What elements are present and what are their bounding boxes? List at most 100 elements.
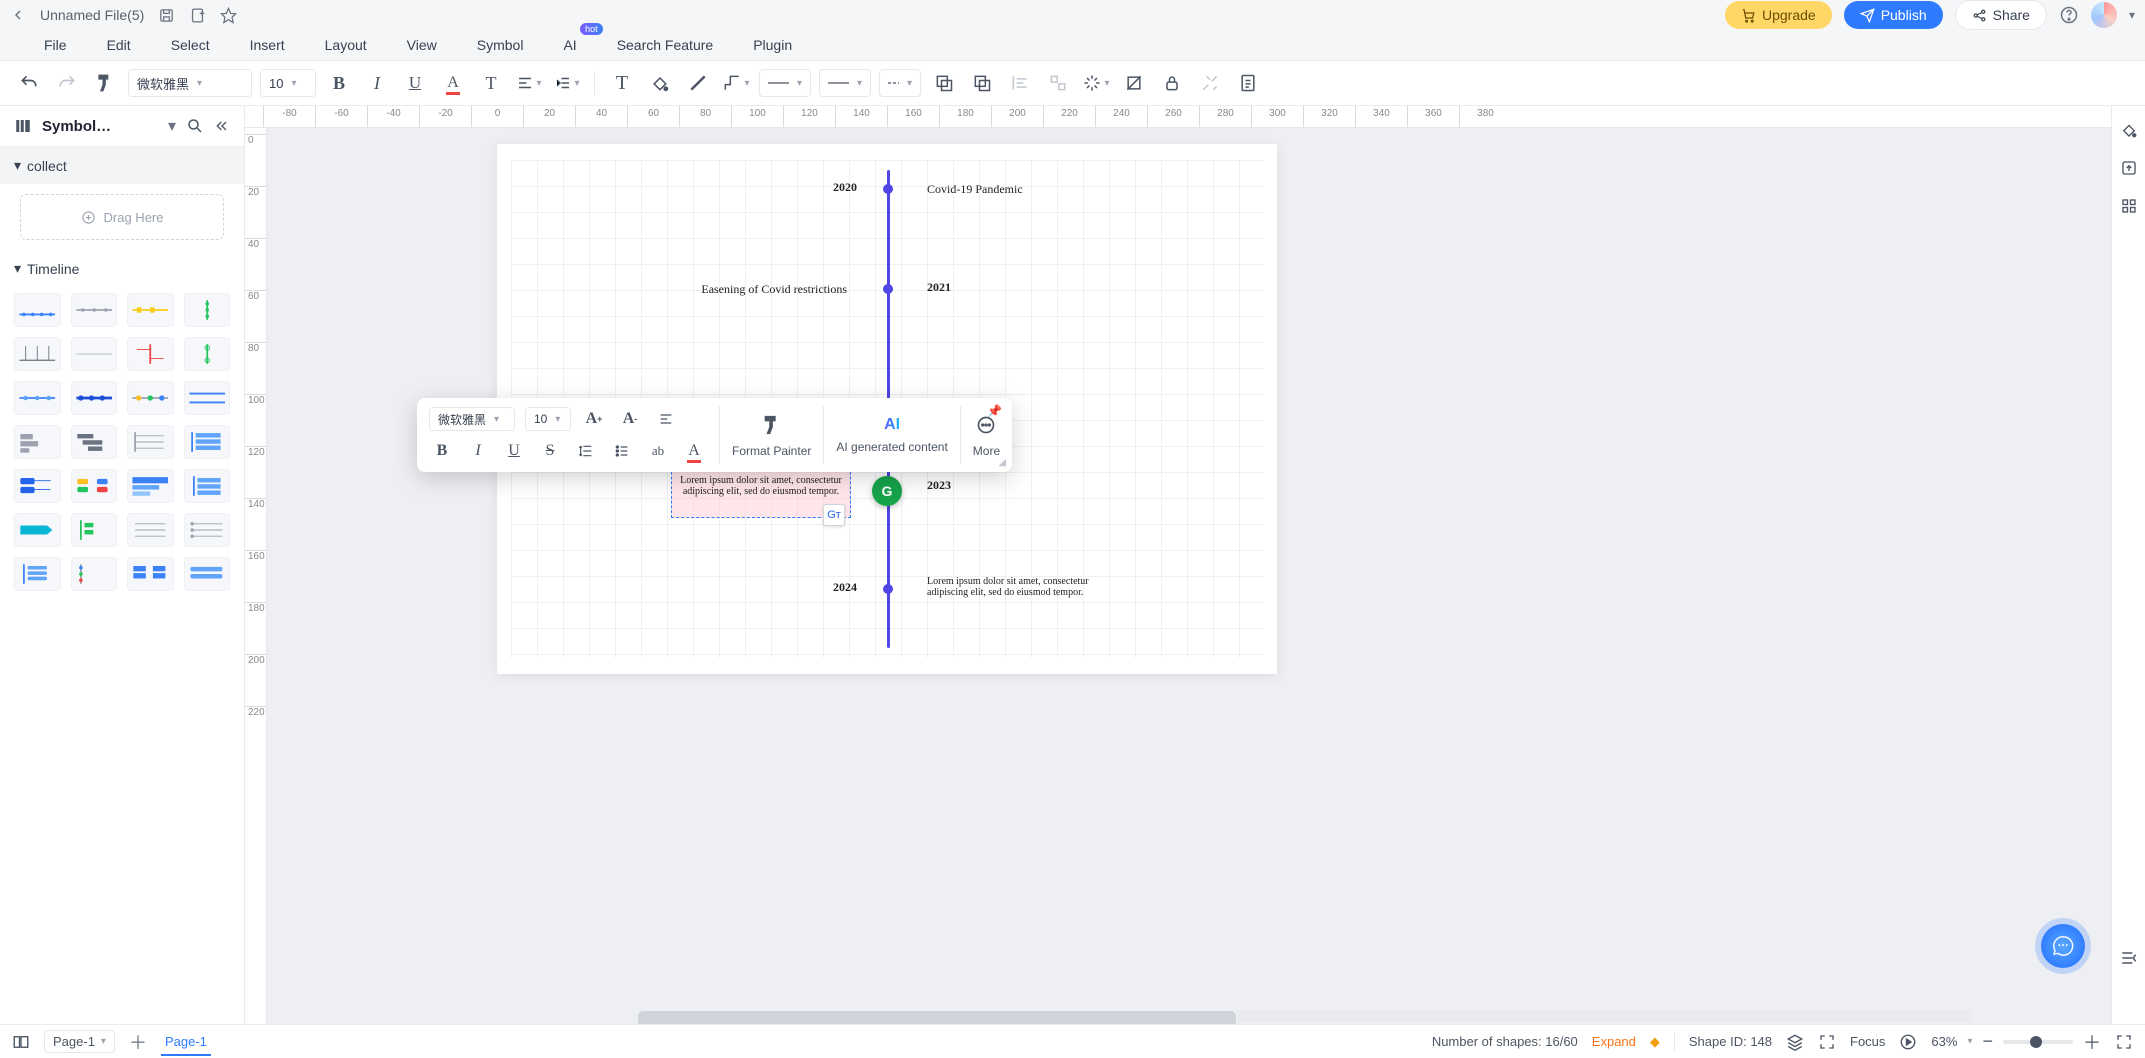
new-file-icon[interactable] bbox=[189, 7, 206, 24]
redo-icon[interactable] bbox=[52, 68, 82, 98]
timeline-thumb[interactable] bbox=[184, 513, 231, 547]
float-ai-icon[interactable]: AI bbox=[884, 416, 900, 434]
apps-panel-icon[interactable] bbox=[2119, 196, 2139, 216]
focus-icon[interactable] bbox=[1818, 1033, 1836, 1051]
horizontal-scrollbar[interactable] bbox=[637, 1010, 1971, 1022]
float-align-icon[interactable] bbox=[653, 406, 679, 432]
timeline-thumb[interactable] bbox=[71, 425, 118, 459]
float-line-spacing-icon[interactable] bbox=[573, 438, 599, 464]
timeline-thumb[interactable] bbox=[14, 337, 61, 371]
warning-icon[interactable]: ◆ bbox=[1650, 1034, 1660, 1050]
indent-icon[interactable]: ▾ bbox=[552, 68, 582, 98]
line-color-icon[interactable] bbox=[683, 68, 713, 98]
file-name[interactable]: Unnamed File(5) bbox=[40, 7, 144, 23]
timeline-thumb[interactable] bbox=[127, 293, 174, 327]
timeline-thumb[interactable] bbox=[71, 513, 118, 547]
timeline-thumb[interactable] bbox=[127, 513, 174, 547]
timeline-thumb[interactable] bbox=[127, 337, 174, 371]
float-case-icon[interactable]: ab bbox=[645, 438, 671, 464]
timeline-thumb[interactable] bbox=[71, 293, 118, 327]
expand-link[interactable]: Expand bbox=[1592, 1034, 1636, 1049]
zoom-value[interactable]: 63% bbox=[1931, 1034, 1957, 1049]
arrow-style-select[interactable]: ▾ bbox=[819, 69, 871, 97]
timeline-year-2024[interactable]: 2024 bbox=[833, 580, 857, 595]
chat-fab-icon[interactable] bbox=[2041, 924, 2085, 968]
timeline-thumb[interactable] bbox=[14, 293, 61, 327]
grammarly-icon[interactable]: G bbox=[872, 476, 902, 506]
send-back-icon[interactable] bbox=[967, 68, 997, 98]
timeline-text-4[interactable]: Lorem ipsum dolor sit amet, consectetur … bbox=[927, 576, 1127, 598]
decrease-font-icon[interactable]: A- bbox=[617, 406, 643, 432]
timeline-thumb[interactable] bbox=[127, 425, 174, 459]
outline-toggle-icon[interactable] bbox=[2119, 948, 2139, 968]
timeline-thumb[interactable] bbox=[184, 469, 231, 503]
layers-icon[interactable] bbox=[1786, 1033, 1804, 1051]
timeline-thumb[interactable] bbox=[127, 469, 174, 503]
timeline-year-2020[interactable]: 2020 bbox=[833, 180, 857, 195]
group-icon[interactable] bbox=[1043, 68, 1073, 98]
timeline-thumb[interactable] bbox=[184, 381, 231, 415]
float-bullets-icon[interactable] bbox=[609, 438, 635, 464]
share-button[interactable]: Share bbox=[1955, 0, 2047, 30]
timeline-node-2[interactable] bbox=[883, 284, 893, 294]
publish-button[interactable]: Publish bbox=[1844, 1, 1943, 29]
zoom-in-icon[interactable]: ＋ bbox=[2083, 1029, 2101, 1055]
timeline-thumb[interactable] bbox=[184, 293, 231, 327]
page-setup-icon[interactable] bbox=[1233, 68, 1263, 98]
add-page-icon[interactable]: ＋ bbox=[129, 1029, 147, 1055]
float-italic-icon[interactable]: I bbox=[465, 438, 491, 464]
underline-icon[interactable]: U bbox=[400, 68, 430, 98]
text-format-icon[interactable]: T bbox=[476, 68, 506, 98]
timeline-thumb[interactable] bbox=[14, 513, 61, 547]
align-icon[interactable]: ▾ bbox=[514, 68, 544, 98]
float-font-family[interactable]: 微软雅黑▾ bbox=[429, 407, 515, 431]
timeline-thumb[interactable] bbox=[184, 425, 231, 459]
ruler-vertical[interactable]: 020406080100120140160180200220 bbox=[245, 128, 267, 1024]
font-size-select[interactable]: 10▾ bbox=[260, 69, 316, 97]
timeline-thumb[interactable] bbox=[127, 557, 174, 591]
timeline-thumb[interactable] bbox=[14, 469, 61, 503]
menu-edit[interactable]: Edit bbox=[87, 31, 151, 59]
menu-select[interactable]: Select bbox=[151, 31, 230, 59]
back-icon[interactable] bbox=[10, 7, 26, 23]
font-family-select[interactable]: 微软雅黑▾ bbox=[128, 69, 252, 97]
chevron-down-icon[interactable]: ▾ bbox=[168, 116, 176, 136]
timeline-text-3[interactable]: Lorem ipsum dolor sit amet, consectetur … bbox=[678, 475, 844, 505]
undo-icon[interactable] bbox=[14, 68, 44, 98]
export-panel-icon[interactable] bbox=[2119, 158, 2139, 178]
menu-file[interactable]: File bbox=[24, 31, 87, 59]
focus-label[interactable]: Focus bbox=[1850, 1034, 1885, 1049]
pages-panel-icon[interactable] bbox=[12, 1033, 30, 1051]
menu-plugin[interactable]: Plugin bbox=[733, 31, 812, 59]
collapse-icon[interactable] bbox=[214, 118, 230, 134]
avatar-chevron-icon[interactable]: ▾ bbox=[2129, 8, 2135, 22]
fill-icon[interactable] bbox=[645, 68, 675, 98]
menu-ai[interactable]: AI bbox=[543, 31, 596, 59]
page-select[interactable]: Page-1▾ bbox=[44, 1030, 115, 1053]
align-objects-icon[interactable] bbox=[1005, 68, 1035, 98]
float-strike-icon[interactable]: S bbox=[537, 438, 563, 464]
timeline-thumb[interactable] bbox=[14, 381, 61, 415]
upgrade-button[interactable]: Upgrade bbox=[1725, 1, 1832, 29]
crop-icon[interactable] bbox=[1119, 68, 1149, 98]
timeline-thumb[interactable] bbox=[184, 557, 231, 591]
format-painter-icon[interactable] bbox=[90, 68, 120, 98]
fullscreen-icon[interactable] bbox=[2115, 1033, 2133, 1051]
timeline-thumb[interactable] bbox=[71, 337, 118, 371]
fill-panel-icon[interactable] bbox=[2119, 120, 2139, 140]
menu-layout[interactable]: Layout bbox=[305, 31, 387, 59]
bring-front-icon[interactable] bbox=[929, 68, 959, 98]
zoom-slider[interactable] bbox=[2003, 1040, 2073, 1044]
drag-here-area[interactable]: Drag Here bbox=[20, 194, 224, 240]
translate-icon[interactable]: Gᴛ bbox=[823, 504, 845, 526]
section-collect[interactable]: ▾ collect bbox=[0, 147, 244, 184]
canvas-scroll[interactable]: 2020 Covid-19 Pandemic 2021 Easening of … bbox=[267, 128, 2111, 1024]
connector-icon[interactable]: ▾ bbox=[721, 68, 751, 98]
line-style-select[interactable]: ▾ bbox=[759, 69, 811, 97]
search-icon[interactable] bbox=[186, 117, 204, 135]
timeline-thumb[interactable] bbox=[71, 557, 118, 591]
zoom-out-icon[interactable]: − bbox=[1982, 1031, 1993, 1052]
float-bold-icon[interactable]: B bbox=[429, 438, 455, 464]
timeline-node-1[interactable] bbox=[883, 184, 893, 194]
page-tab[interactable]: Page-1 bbox=[161, 1028, 211, 1056]
